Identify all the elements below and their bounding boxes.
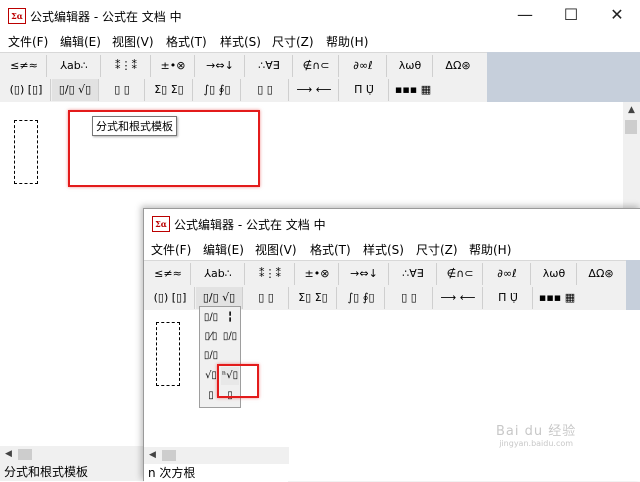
embellishments-palette-button[interactable]: ⁑⋮⁑ [246, 263, 295, 285]
scroll-thumb[interactable] [625, 120, 637, 134]
close-button[interactable]: ✕ [594, 0, 640, 30]
scroll-up-icon[interactable]: ▲ [623, 102, 640, 119]
relations-palette-button[interactable]: ≤≠≈ [2, 55, 47, 77]
maximize-button[interactable]: ☐ [548, 0, 594, 30]
highlight-box [68, 110, 260, 187]
greek-upper-palette-button[interactable]: ΔΩ⊛ [434, 55, 482, 77]
menu-help[interactable]: 帮助(H) [469, 241, 511, 258]
scroll-thumb-h[interactable] [162, 450, 176, 461]
summation-templates-button[interactable]: Σ▯ Σ▯ [290, 287, 337, 309]
misc-palette-button[interactable]: ∂∞ℓ [340, 55, 387, 77]
menu-bar: 文件(F) 编辑(E) 视图(V) 格式(T) 样式(S) 尺寸(Z) 帮助(H… [0, 31, 640, 51]
menu-help[interactable]: 帮助(H) [326, 33, 368, 50]
symbol-toolbar-2: ≤≠≈ ⅄ab∴ ⁑⋮⁑ ±•⊗ →⇔↓ ∴∀∃ ∉∩⊂ ∂∞ℓ λωθ ΔΩ⊛… [144, 260, 626, 312]
fraction-radical-templates-button[interactable]: ▯/▯ √▯ [52, 79, 99, 101]
misc-palette-button[interactable]: ∂∞ℓ [484, 263, 531, 285]
greek-upper-palette-button[interactable]: ΔΩ⊛ [578, 263, 624, 285]
scroll-left-icon[interactable]: ◀ [0, 446, 17, 463]
product-templates-button[interactable]: Π̈ Ụ̈ [340, 79, 389, 101]
menu-bar-2: 文件(F) 编辑(E) 视图(V) 格式(T) 样式(S) 尺寸(Z) 帮助(H… [144, 239, 640, 259]
palette-item-fraction-small[interactable]: ╏ [221, 309, 239, 327]
palette-item-empty[interactable] [221, 347, 239, 365]
window-title-2: 公式编辑器 - 公式在 文档 中 [174, 218, 326, 232]
title-bar[interactable]: Σα 公式编辑器 - 公式在 文档 中 — ☐ ✕ [0, 0, 640, 30]
palette-item-diagonal-fraction[interactable]: ▯/▯ [202, 347, 220, 365]
spaces-palette-button[interactable]: ⅄ab∴ [48, 55, 101, 77]
embellishments-palette-button[interactable]: ⁑⋮⁑ [102, 55, 151, 77]
palette-item-slash-fraction-small[interactable]: ▯/▯ [221, 328, 239, 346]
app-icon: Σα [152, 216, 170, 232]
integral-templates-button[interactable]: ∫▯ ∮▯ [338, 287, 385, 309]
logic-palette-button[interactable]: ∴∀∃ [246, 55, 293, 77]
horizontal-scrollbar-2[interactable]: ◀ [144, 447, 289, 464]
overbar-templates-button[interactable]: ▯ ▯ [386, 287, 433, 309]
operators-palette-button[interactable]: ±•⊗ [296, 263, 339, 285]
palette-item-fraction-full[interactable]: ▯/▯ [202, 309, 220, 327]
empty-equation-slot[interactable] [14, 120, 38, 184]
menu-style[interactable]: 样式(S) [363, 241, 404, 258]
fence-templates-button[interactable]: (▯) [▯] [2, 79, 51, 101]
menu-size[interactable]: 尺寸(Z) [272, 33, 314, 50]
baidu-watermark: Bai du 经验 jingyan.baidu.com [496, 420, 576, 448]
integral-templates-button[interactable]: ∫▯ ∮▯ [194, 79, 241, 101]
scroll-left-icon[interactable]: ◀ [144, 447, 161, 464]
watermark-brand: Bai du 经验 [496, 424, 577, 439]
symbol-toolbar: ≤≠≈ ⅄ab∴ ⁑⋮⁑ ±•⊗ →⇔↓ ∴∀∃ ∉∩⊂ ∂∞ℓ λωθ ΔΩ⊛… [0, 52, 487, 104]
toolbar-empty-area-2 [626, 260, 640, 310]
menu-edit[interactable]: 编辑(E) [60, 33, 101, 50]
sets-palette-button[interactable]: ∉∩⊂ [438, 263, 483, 285]
palette-item-slash-fraction[interactable]: ▯⁄▯ [202, 328, 220, 346]
overbar-templates-button[interactable]: ▯ ▯ [242, 79, 289, 101]
empty-equation-slot[interactable] [156, 322, 180, 386]
minimize-button[interactable]: — [502, 0, 548, 30]
menu-edit[interactable]: 编辑(E) [203, 241, 244, 258]
greek-lower-palette-button[interactable]: λωθ [388, 55, 433, 77]
menu-view[interactable]: 视图(V) [255, 241, 297, 258]
status-bar: 分式和根式模板 [0, 463, 143, 481]
greek-lower-palette-button[interactable]: λωθ [532, 263, 577, 285]
toolbar-empty-area [487, 52, 640, 102]
arrows-palette-button[interactable]: →⇔↓ [340, 263, 389, 285]
horizontal-scrollbar[interactable]: ◀ [0, 446, 143, 463]
menu-file[interactable]: 文件(F) [8, 33, 48, 50]
relations-palette-button[interactable]: ≤≠≈ [146, 263, 191, 285]
window-title: 公式编辑器 - 公式在 文档 中 [30, 10, 182, 24]
highlight-box-2 [217, 364, 259, 398]
menu-file[interactable]: 文件(F) [151, 241, 191, 258]
summation-templates-button[interactable]: Σ▯ Σ▯ [146, 79, 193, 101]
fence-templates-button[interactable]: (▯) [▯] [146, 287, 195, 309]
scroll-thumb-h[interactable] [18, 449, 32, 460]
menu-style[interactable]: 样式(S) [220, 33, 261, 50]
matrix-templates-button[interactable]: ▪▪▪ ▦ [534, 287, 580, 309]
subscript-templates-button[interactable]: ▯ ▯ [244, 287, 289, 309]
menu-format[interactable]: 格式(T) [310, 241, 351, 258]
menu-format[interactable]: 格式(T) [166, 33, 207, 50]
sets-palette-button[interactable]: ∉∩⊂ [294, 55, 339, 77]
app-icon: Σα [8, 8, 26, 24]
labeled-arrow-templates-button[interactable]: ⟶ ⟵ [290, 79, 339, 101]
watermark-url: jingyan.baidu.com [499, 439, 574, 448]
logic-palette-button[interactable]: ∴∀∃ [390, 263, 437, 285]
status-bar-2: n 次方根 [144, 464, 288, 482]
menu-size[interactable]: 尺寸(Z) [416, 241, 458, 258]
arrows-palette-button[interactable]: →⇔↓ [196, 55, 245, 77]
menu-view[interactable]: 视图(V) [112, 33, 154, 50]
operators-palette-button[interactable]: ±•⊗ [152, 55, 195, 77]
matrix-templates-button[interactable]: ▪▪▪ ▦ [390, 79, 436, 101]
product-templates-button[interactable]: Π̈ Ụ̈ [484, 287, 533, 309]
subscript-templates-button[interactable]: ▯ ▯ [100, 79, 145, 101]
labeled-arrow-templates-button[interactable]: ⟶ ⟵ [434, 287, 483, 309]
title-bar-2[interactable]: Σα 公式编辑器 - 公式在 文档 中 [144, 209, 640, 239]
spaces-palette-button[interactable]: ⅄ab∴ [192, 263, 245, 285]
